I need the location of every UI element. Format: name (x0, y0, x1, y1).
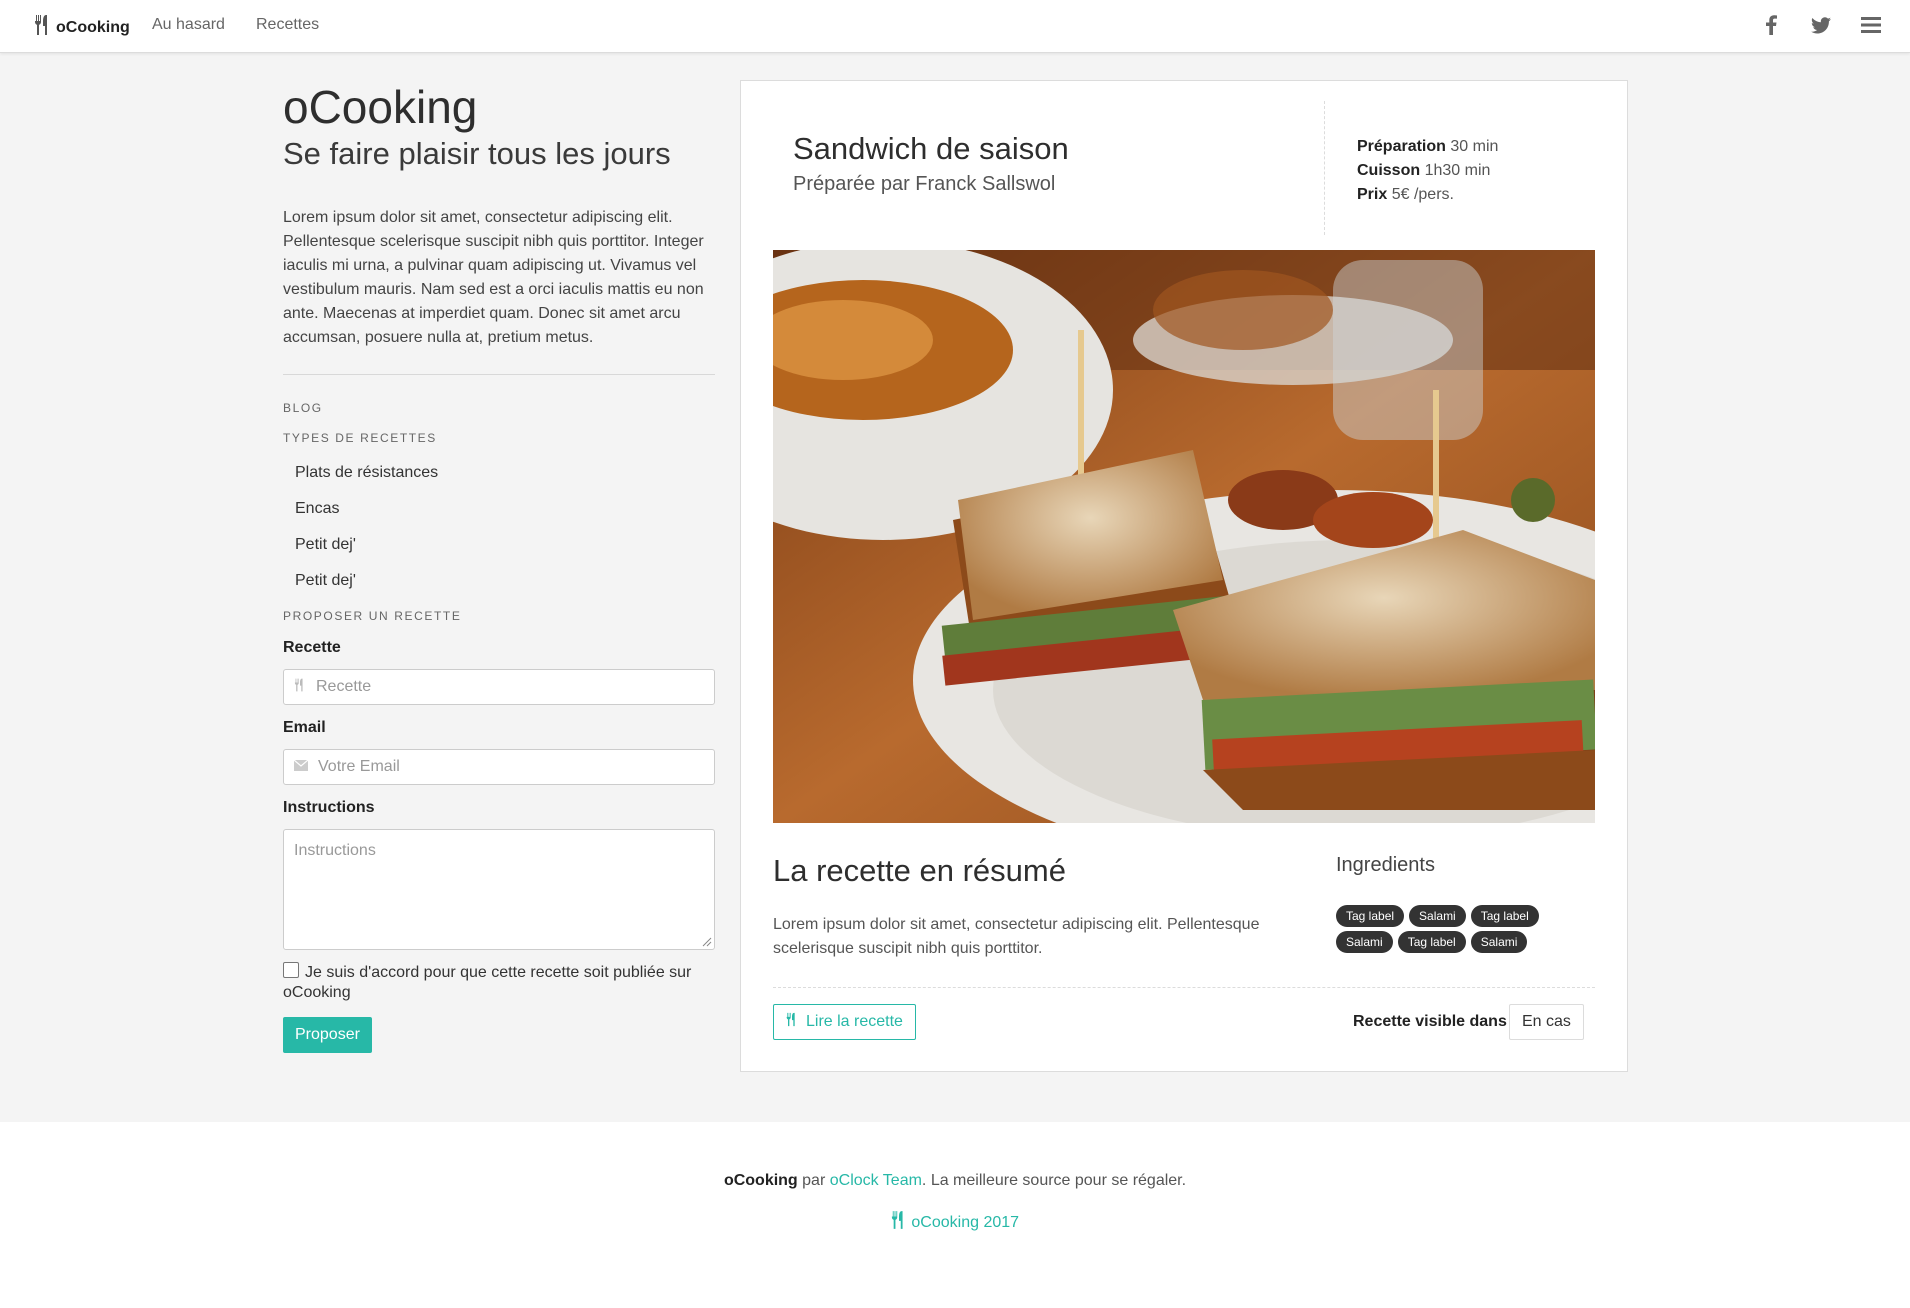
email-input[interactable]: Votre Email (283, 749, 715, 785)
meta-divider (1324, 101, 1325, 235)
recipe-card: Sandwich de saison Préparée par Franck S… (740, 80, 1628, 1072)
intro-text: Lorem ipsum dolor sit amet, consectetur … (283, 209, 704, 346)
nav-link-random[interactable]: Au hasard (152, 16, 225, 34)
recipe-photo (773, 250, 1595, 823)
recipe-meta: Préparation 30 min Cuisson 1h30 min Prix… (1357, 135, 1498, 207)
ingredient-tags: Tag label Salami Tag label Salami Tag la… (1336, 905, 1566, 953)
ingredient-tag[interactable]: Salami (1336, 931, 1393, 953)
footer-par: par (802, 1172, 826, 1189)
ingredient-tag[interactable]: Tag label (1336, 905, 1405, 927)
ingredient-tag[interactable]: Tag label (1470, 905, 1539, 927)
recipe-input[interactable]: Recette (283, 669, 715, 705)
twitter-icon[interactable] (1810, 14, 1832, 36)
footer-copyright[interactable]: oCooking 2017 (0, 1210, 1910, 1232)
recipe-author: Préparée par Franck Sallswol (793, 173, 1056, 195)
footer: oCooking par oClock Team. La meilleure s… (0, 1122, 1910, 1308)
resize-handle-icon[interactable] (702, 937, 712, 947)
visibility-select[interactable]: En cas (1509, 1004, 1584, 1040)
type-item-petit-dej[interactable]: Petit dej' (283, 527, 715, 563)
footer-credits: oCooking par oClock Team. La meilleure s… (0, 1172, 1910, 1190)
email-field-label: Email (283, 719, 326, 736)
type-item-plats[interactable]: Plats de résistances (283, 455, 715, 491)
propose-heading: PROPOSER UN RECETTE (283, 609, 462, 623)
brand-link[interactable]: oCooking (34, 14, 130, 41)
fork-knife-icon (34, 14, 52, 41)
visibility-label: Recette visible dans (1353, 1013, 1507, 1030)
read-recipe-label: Lire la recette (806, 1013, 903, 1030)
consent-checkbox[interactable] (283, 962, 299, 978)
footer-brand: oCooking (723, 1172, 798, 1189)
summary-text: Lorem ipsum dolor sit amet, consectetur … (773, 916, 1260, 957)
meta-prep: Préparation 30 min (1357, 138, 1499, 155)
fork-knife-icon (891, 1211, 911, 1231)
instructions-placeholder: Instructions (294, 842, 376, 859)
sidebar: oCooking Se faire plaisir tous les jours… (283, 78, 715, 1053)
recipe-input-placeholder: Recette (316, 678, 372, 695)
fork-knife-icon (786, 1012, 798, 1032)
facebook-icon[interactable] (1760, 14, 1782, 36)
recipe-field-label: Recette (283, 639, 341, 656)
type-item-petit-dej-2[interactable]: Petit dej' (283, 563, 715, 599)
email-input-placeholder: Votre Email (318, 758, 400, 775)
read-recipe-button[interactable]: Lire la recette (773, 1004, 916, 1040)
ingredient-tag[interactable]: Salami (1409, 905, 1466, 927)
propose-button[interactable]: Proposer (283, 1017, 372, 1053)
consent-label: Je suis d'accord pour que cette recette … (283, 964, 692, 1001)
footer-copyright-label: oCooking 2017 (911, 1214, 1020, 1231)
brand-label: oCooking (56, 18, 130, 36)
footer-team-link[interactable]: oClock Team (830, 1172, 922, 1189)
menu-icon[interactable] (1860, 14, 1882, 36)
recipe-title: Sandwich de saison (793, 131, 1069, 166)
sidebar-divider (283, 374, 715, 375)
nav-link-recipes[interactable]: Recettes (256, 16, 319, 34)
footer-slogan: . La meilleure source pour se régaler. (921, 1172, 1187, 1189)
envelope-icon (293, 758, 309, 776)
fork-knife-icon (294, 678, 306, 697)
ingredient-tag[interactable]: Salami (1470, 931, 1528, 953)
card-divider (773, 987, 1595, 988)
summary-title: La recette en résumé (773, 853, 1066, 888)
site-tagline: Se faire plaisir tous les jours (283, 136, 671, 171)
top-navbar: oCooking Au hasard Recettes (0, 0, 1910, 53)
meta-cook: Cuisson 1h30 min (1357, 162, 1491, 179)
type-item-encas[interactable]: Encas (283, 491, 715, 527)
instructions-textarea[interactable]: Instructions (283, 829, 715, 950)
ingredient-tag[interactable]: Tag label (1397, 931, 1466, 953)
site-title: oCooking (283, 81, 478, 133)
types-heading: TYPES DE RECETTES (283, 431, 437, 445)
blog-heading[interactable]: BLOG (283, 401, 715, 415)
consent-row: Je suis d'accord pour que cette recette … (283, 962, 715, 1003)
instructions-field-label: Instructions (283, 799, 375, 816)
meta-price: Prix 5€ /pers. (1357, 186, 1454, 203)
ingredients-title: Ingredients (1336, 854, 1435, 876)
